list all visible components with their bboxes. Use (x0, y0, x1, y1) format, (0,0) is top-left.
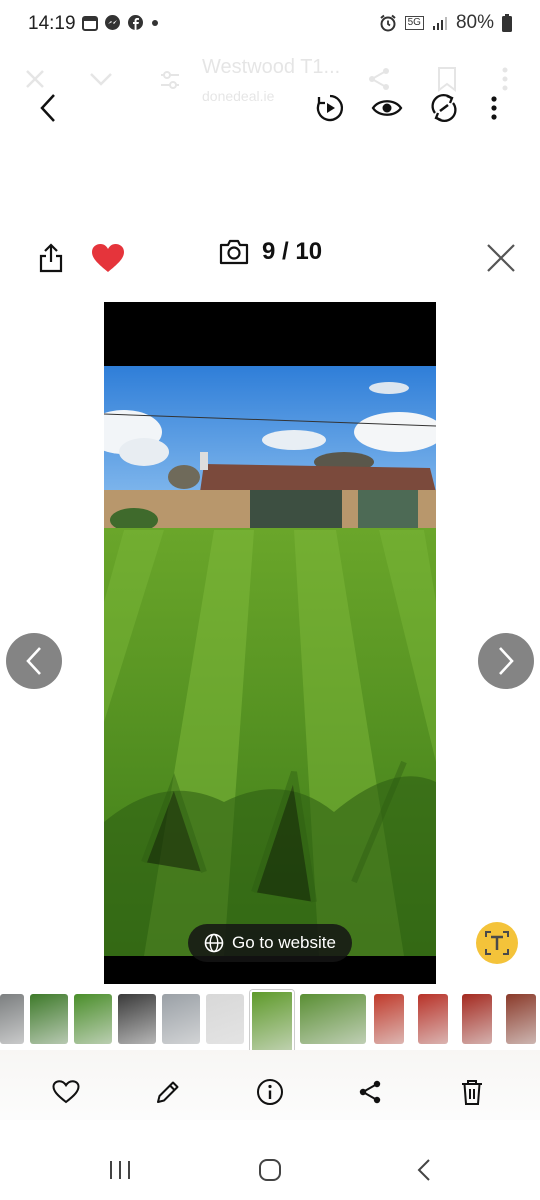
status-bar: 14:19 5G 80% (0, 0, 540, 50)
info-icon (257, 1079, 283, 1105)
network-type-badge: 5G (404, 16, 424, 30)
battery-icon (502, 14, 512, 32)
image-counter: 9 / 10 (218, 238, 322, 266)
share-button[interactable] (350, 1072, 390, 1112)
eye-icon (371, 100, 403, 116)
next-image-button[interactable] (478, 633, 534, 689)
go-to-website-button[interactable]: Go to website (188, 924, 352, 962)
delete-button[interactable] (452, 1072, 492, 1112)
bottom-action-bar (0, 1050, 540, 1140)
auto-rotate-button[interactable] (424, 86, 464, 130)
pencil-icon (157, 1081, 179, 1103)
system-status: 5G 80% (379, 12, 512, 34)
calendar-icon (82, 15, 98, 31)
link-refresh-icon (431, 93, 457, 123)
alarm-icon (379, 14, 396, 32)
thumb-2[interactable] (30, 994, 68, 1044)
favorite-action-button[interactable] (46, 1072, 86, 1112)
more-options-button[interactable] (482, 86, 506, 130)
trash-icon (462, 1080, 482, 1105)
thumb-3[interactable] (74, 994, 112, 1044)
heart-filled-icon (92, 244, 124, 272)
close-icon (487, 244, 515, 272)
thumb-12[interactable] (506, 994, 536, 1044)
recent-apps-button[interactable] (100, 1152, 140, 1188)
system-back-button[interactable] (404, 1152, 444, 1188)
details-button[interactable] (250, 1072, 290, 1112)
video-remaster-icon (316, 94, 344, 122)
edit-button[interactable] (148, 1072, 188, 1112)
extract-text-button[interactable] (476, 922, 518, 964)
camera-icon (219, 239, 249, 265)
chevron-left-icon (40, 94, 55, 122)
background-page-title: Westwood T1... (202, 56, 341, 78)
thumb-1[interactable] (0, 994, 24, 1044)
text-extract-icon (485, 931, 509, 955)
signal-icon (432, 17, 447, 30)
battery-percent: 80% (455, 12, 494, 33)
home-icon (259, 1159, 281, 1181)
previous-image-button[interactable] (6, 633, 62, 689)
thumb-5[interactable] (162, 994, 200, 1044)
thumb-6[interactable] (206, 994, 244, 1044)
share-icon (359, 1080, 381, 1104)
viewer-top-toolbar (0, 78, 540, 138)
system-navigation-bar (0, 1140, 540, 1200)
heart-outline-icon (52, 1080, 80, 1104)
lawn-photo-image (104, 302, 436, 984)
chevron-left-icon (417, 1159, 430, 1181)
thumbnail-strip (0, 990, 540, 1054)
status-time: 14:19 (28, 13, 76, 34)
thumb-4[interactable] (118, 994, 156, 1044)
go-to-website-label: Go to website (232, 933, 336, 952)
back-button[interactable] (28, 86, 68, 130)
image-counter-text: 9 / 10 (262, 238, 323, 265)
more-notifications-dot (152, 19, 158, 26)
share-photo-button[interactable] (34, 238, 68, 278)
remaster-button[interactable] (310, 86, 350, 130)
lawn-photo[interactable] (104, 302, 436, 984)
globe-icon (204, 933, 224, 953)
more-vert-icon (491, 96, 497, 120)
chevron-right-icon (499, 647, 514, 675)
thumb-11[interactable] (462, 994, 492, 1044)
facebook-icon (128, 15, 143, 30)
thumb-7[interactable] (250, 990, 294, 1054)
favorite-button[interactable] (88, 238, 128, 278)
share-up-icon (39, 243, 63, 273)
notification-icons (82, 14, 160, 31)
recent-apps-icon (110, 1161, 130, 1179)
home-button[interactable] (250, 1152, 290, 1188)
close-gallery-button[interactable] (482, 238, 520, 278)
messenger-icon (105, 15, 120, 30)
thumb-10[interactable] (418, 994, 448, 1044)
view-button[interactable] (366, 86, 408, 130)
chevron-left-icon (26, 647, 41, 675)
thumb-8[interactable] (300, 994, 366, 1044)
thumb-9[interactable] (374, 994, 404, 1044)
